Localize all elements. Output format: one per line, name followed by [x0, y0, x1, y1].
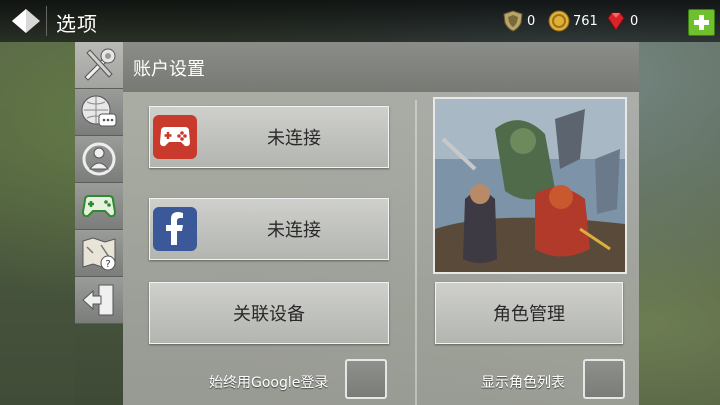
- tab-language[interactable]: [75, 89, 123, 136]
- show-character-list-label: 显示角色列表: [481, 375, 565, 391]
- globe-chat-icon: [81, 95, 117, 127]
- account-settings-panel: 账户设置 未连接 未连接 关联设备 角色管理 始终用Google登录 显示角色列…: [123, 42, 639, 405]
- gold-count: 761: [573, 13, 598, 29]
- google-play-status: 未连接: [267, 128, 321, 149]
- heroes-illustration: [435, 99, 625, 272]
- character-manage-label: 角色管理: [493, 304, 565, 325]
- tab-social[interactable]: [75, 136, 123, 183]
- page-title: 选项: [56, 12, 98, 36]
- add-currency-button[interactable]: [688, 9, 715, 36]
- back-button[interactable]: [8, 5, 44, 37]
- sidebar-tabs: ?: [75, 42, 123, 405]
- red-gem-icon: [607, 12, 625, 31]
- map-help-icon: ?: [82, 237, 116, 271]
- facebook-status: 未连接: [267, 220, 321, 241]
- svg-text:?: ?: [105, 259, 110, 270]
- character-artwork: [433, 97, 627, 274]
- always-google-login-checkbox[interactable]: [345, 359, 387, 399]
- link-device-button[interactable]: 关联设备: [149, 282, 389, 344]
- facebook-connect-button[interactable]: 未连接: [149, 198, 389, 260]
- gamepad-icon: [81, 195, 117, 218]
- tab-account-settings[interactable]: [75, 42, 123, 89]
- shield-icon: [503, 10, 523, 32]
- gold-coin-icon: [548, 10, 570, 32]
- shield-currency: 0: [502, 9, 535, 33]
- google-play-games-icon: [153, 115, 197, 159]
- always-google-login-label: 始终用Google登录: [209, 375, 329, 391]
- panel-header: 账户设置: [123, 42, 639, 92]
- google-play-connect-button[interactable]: 未连接: [149, 106, 389, 168]
- facebook-icon: [153, 207, 197, 251]
- panel-title: 账户设置: [133, 59, 205, 80]
- back-arrow-icon: [12, 9, 40, 33]
- social-icon: [82, 142, 116, 176]
- tab-help[interactable]: ?: [75, 230, 123, 277]
- gem-currency: 0: [605, 9, 638, 33]
- tools-icon: [84, 48, 116, 81]
- header-divider: [46, 6, 47, 36]
- shield-count: 0: [527, 13, 536, 29]
- character-manage-button[interactable]: 角色管理: [435, 282, 623, 344]
- link-device-label: 关联设备: [233, 304, 305, 325]
- tab-controls[interactable]: [75, 183, 123, 230]
- tab-exit[interactable]: [75, 277, 123, 324]
- panel-divider: [415, 100, 417, 405]
- gold-currency: 761: [548, 9, 598, 33]
- background-left: [0, 42, 75, 405]
- top-bar: 选项 0 761 0: [0, 0, 720, 42]
- gem-count: 0: [630, 13, 639, 29]
- exit-icon: [82, 284, 114, 316]
- show-character-list-checkbox[interactable]: [583, 359, 625, 399]
- background-right: [639, 42, 720, 405]
